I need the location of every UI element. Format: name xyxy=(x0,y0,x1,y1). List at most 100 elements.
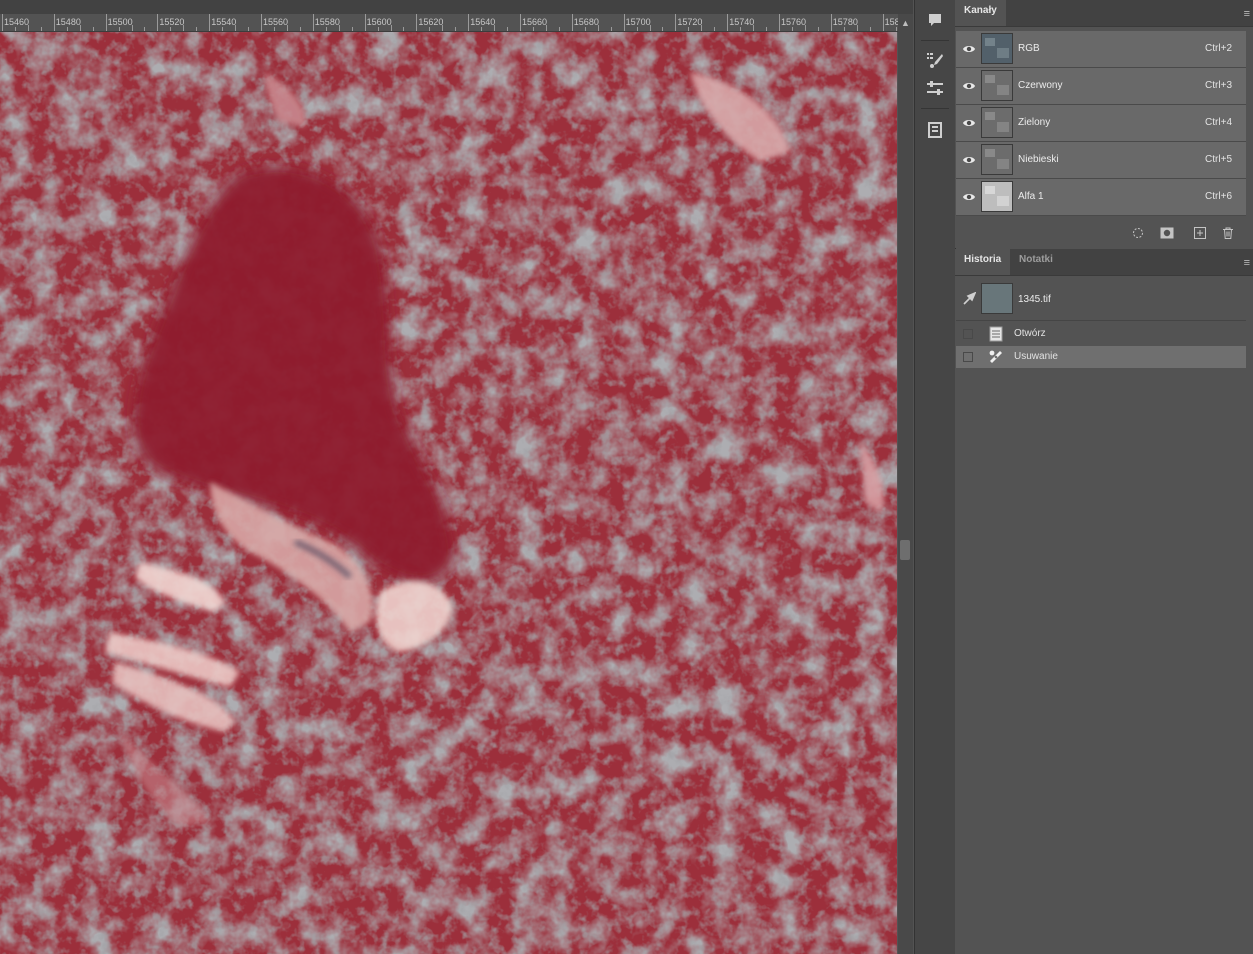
ruler-minor-tick xyxy=(79,25,81,31)
ruler-label: 15760 xyxy=(781,17,807,27)
history-step[interactable]: Otwórz xyxy=(956,323,1246,345)
history-snapshot[interactable]: 1345.tif xyxy=(956,279,1246,319)
ruler-minor-tick xyxy=(14,27,16,31)
ruler-minor-tick xyxy=(804,25,806,31)
panel-menu-icon[interactable]: ≡ xyxy=(1244,8,1250,20)
channel-thumbnail xyxy=(981,181,1013,212)
ruler-minor-tick xyxy=(429,27,431,31)
collapsed-panel-strip xyxy=(914,0,956,954)
channels-footer xyxy=(955,218,1253,246)
channel-name: Niebieski xyxy=(1018,154,1059,165)
ruler-label: 15720 xyxy=(677,17,703,27)
ruler-major-tick xyxy=(364,14,366,31)
ruler-minor-tick xyxy=(170,27,172,31)
healing-brush-icon xyxy=(988,349,1004,365)
ruler-label: 15460 xyxy=(4,17,30,27)
ruler-minor-tick xyxy=(286,25,288,31)
history-source-checkbox[interactable] xyxy=(963,352,973,362)
ruler-major-tick xyxy=(727,14,729,31)
history-tab-bar: Historia Notatki ≡ xyxy=(955,249,1253,276)
ruler-minor-tick xyxy=(843,27,845,31)
history-step-label: Usuwanie xyxy=(1014,351,1058,362)
tab-notes[interactable]: Notatki xyxy=(1010,249,1062,275)
strip-divider xyxy=(921,40,949,41)
history-brush-source-icon[interactable] xyxy=(962,291,977,309)
channel-row-rgb[interactable]: RGB Ctrl+2 xyxy=(956,31,1246,68)
ruler-minor-tick xyxy=(584,27,586,31)
ruler-minor-tick xyxy=(636,27,638,31)
ruler-major-tick xyxy=(571,14,573,31)
ruler-minor-tick xyxy=(507,27,509,31)
ruler-minor-tick xyxy=(235,25,237,31)
ruler-minor-tick xyxy=(403,27,405,31)
vertical-scrollbar[interactable]: ▲ xyxy=(898,14,913,954)
properties-icon[interactable] xyxy=(922,118,948,142)
channel-thumbnail xyxy=(981,107,1013,138)
brush-settings-icon[interactable] xyxy=(922,48,948,72)
ruler-minor-tick xyxy=(662,27,664,31)
channels-tab-bar: Kanały ≡ xyxy=(955,0,1253,27)
ruler-minor-tick xyxy=(558,27,560,31)
ruler-minor-tick xyxy=(248,27,250,31)
ruler-label: 15740 xyxy=(729,17,755,27)
ruler-minor-tick xyxy=(714,27,716,31)
eye-visibility-icon[interactable] xyxy=(962,190,976,204)
panel-menu-icon[interactable]: ≡ xyxy=(1244,257,1250,269)
scrollbar-thumb[interactable] xyxy=(900,540,910,560)
ruler-major-tick xyxy=(2,14,3,31)
strip-divider xyxy=(921,108,949,109)
channel-row-alfa-1[interactable]: Alfa 1 Ctrl+6 xyxy=(956,179,1246,216)
eye-visibility-icon[interactable] xyxy=(962,153,976,167)
image-canvas[interactable] xyxy=(0,32,897,954)
ruler-minor-tick xyxy=(532,27,534,31)
ruler-major-tick xyxy=(53,14,55,31)
eye-visibility-icon[interactable] xyxy=(962,42,976,56)
ruler-minor-tick xyxy=(481,27,483,31)
ruler-minor-tick xyxy=(66,27,68,31)
channel-thumbnail xyxy=(981,70,1013,101)
tab-history[interactable]: Historia xyxy=(955,249,1011,275)
horizontal-ruler[interactable]: 15460 15480 15500 15520 15540 15560 15580 15600… xyxy=(0,14,898,32)
tab-channels[interactable]: Kanały xyxy=(955,0,1006,26)
trash-icon[interactable] xyxy=(1222,227,1236,239)
ruler-minor-tick xyxy=(299,27,301,31)
history-step-selected[interactable]: Usuwanie xyxy=(956,346,1246,368)
channel-row-zielony[interactable]: Zielony Ctrl+4 xyxy=(956,105,1246,142)
ruler-label: 15640 xyxy=(470,17,496,27)
snapshot-thumbnail xyxy=(981,283,1013,314)
load-selection-icon[interactable] xyxy=(1132,227,1146,239)
save-mask-icon[interactable] xyxy=(1160,227,1174,239)
ruler-label: 15520 xyxy=(159,17,185,27)
ruler-minor-tick xyxy=(610,27,612,31)
ruler-minor-tick xyxy=(183,25,185,31)
adjustments-icon[interactable] xyxy=(922,76,948,100)
channel-shortcut: Ctrl+3 xyxy=(1205,80,1232,91)
history-source-checkbox[interactable] xyxy=(963,329,973,339)
eye-visibility-icon[interactable] xyxy=(962,116,976,130)
scroll-up-arrow-icon[interactable]: ▲ xyxy=(901,18,910,28)
ruler-minor-tick xyxy=(895,27,897,31)
eye-visibility-icon[interactable] xyxy=(962,79,976,93)
ruler-major-tick xyxy=(675,14,677,31)
ruler-label: 15580 xyxy=(314,17,340,27)
ruler-minor-tick xyxy=(455,27,457,31)
channel-row-czerwony[interactable]: Czerwony Ctrl+3 xyxy=(956,68,1246,105)
channel-name: Alfa 1 xyxy=(1018,191,1044,202)
comment-icon[interactable] xyxy=(922,8,948,32)
channel-row-niebieski[interactable]: Niebieski Ctrl+5 xyxy=(956,142,1246,179)
channel-thumbnail xyxy=(981,33,1013,64)
ruler-minor-tick xyxy=(131,25,133,31)
channel-thumbnail xyxy=(981,144,1013,175)
ruler-minor-tick xyxy=(442,25,444,31)
ruler-minor-tick xyxy=(144,27,146,31)
ruler-major-tick xyxy=(520,14,521,31)
ruler-minor-tick xyxy=(338,25,340,31)
ruler-minor-tick xyxy=(377,27,379,31)
history-divider xyxy=(956,320,1246,321)
ruler-minor-tick xyxy=(701,25,703,31)
ruler-minor-tick xyxy=(40,27,42,31)
document-icon xyxy=(988,326,1004,342)
new-channel-icon[interactable] xyxy=(1194,227,1208,239)
ruler-label: 15600 xyxy=(366,17,392,27)
ruler-label: 15700 xyxy=(625,17,651,27)
